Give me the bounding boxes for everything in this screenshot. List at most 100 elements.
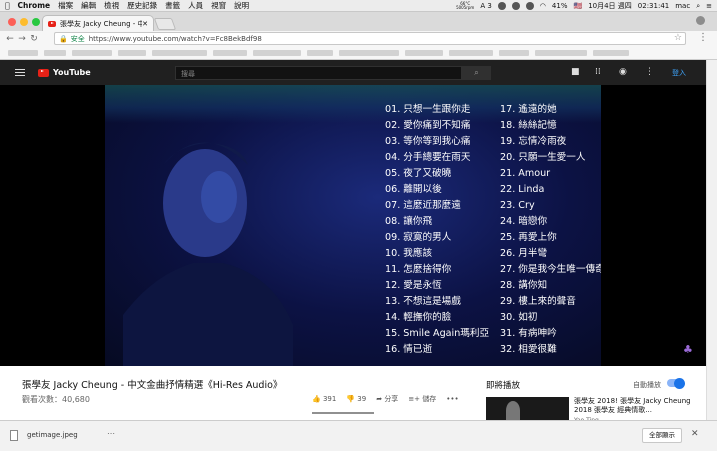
bookmark-star-icon[interactable]: ☆ <box>674 33 682 43</box>
bookmark-item[interactable] <box>449 49 493 56</box>
autoplay-toggle[interactable] <box>667 377 685 389</box>
track-item: 10. 我應該 <box>385 248 433 259</box>
bookmark-item[interactable] <box>405 49 443 56</box>
hamburger-menu-icon[interactable] <box>15 69 25 76</box>
track-item: 12. 愛是永恆 <box>385 280 442 291</box>
system-stats[interactable]: 66°C 5005rpm <box>456 2 474 10</box>
menu-people[interactable]: 人員 <box>188 0 203 11</box>
track-item: 18. 絲絲記憶 <box>500 120 557 131</box>
video-actions: 👍 391 👎 39 ➦ 分享 ≡+ 儲存 ••• <box>312 394 459 404</box>
track-list-left: 01. 只想一生跟你走 02. 愛你痛到不知痛 03. 等你等到我心痛 04. … <box>385 103 489 356</box>
bookmark-item[interactable] <box>307 49 333 56</box>
messages-icon[interactable]: ◉ <box>619 67 627 77</box>
like-button[interactable]: 👍 391 <box>312 395 336 403</box>
download-filename[interactable]: getimage.jpeg <box>27 431 78 439</box>
show-all-downloads-button[interactable]: 全部顯示 <box>642 428 682 443</box>
track-item: 21. Amour <box>500 168 551 179</box>
file-icon <box>10 430 18 441</box>
up-next-title[interactable]: 張學友 2018! 張學友 Jacky Cheung 2018 張學友 經典情歌… <box>574 397 702 415</box>
track-item: 28. 講你知 <box>500 280 548 291</box>
input-method-indicator[interactable]: A 3 <box>480 2 491 10</box>
battery-percent[interactable]: 41% <box>552 2 568 10</box>
bookmark-item[interactable] <box>44 49 66 56</box>
bookmark-item[interactable] <box>339 49 399 56</box>
menu-view[interactable]: 檢視 <box>104 0 119 11</box>
address-bar[interactable]: 🔒 安全 https://www.youtube.com/watch?v=Fc8… <box>54 32 686 45</box>
view-count: 觀看次數：40,680 <box>22 395 90 404</box>
reload-icon[interactable]: ↻ <box>28 34 40 44</box>
channel-watermark-icon[interactable]: ♣ <box>683 343 693 356</box>
track-item: 02. 愛你痛到不知痛 <box>385 120 471 131</box>
search-button[interactable]: ⌕ <box>462 66 491 80</box>
dislike-button[interactable]: 👎 39 <box>346 395 366 403</box>
bookmark-item[interactable] <box>118 49 146 56</box>
secure-label: 安全 <box>70 34 85 43</box>
menu-app-name[interactable]: Chrome <box>18 1 51 10</box>
search-input[interactable]: 搜尋 <box>175 66 462 80</box>
status-area: 66°C 5005rpm A 3 ◠ 41% 🇺🇸 10月4日 週四 02:31:… <box>456 0 712 11</box>
bookmark-item[interactable] <box>253 49 301 56</box>
close-window-button[interactable] <box>8 18 16 26</box>
video-player[interactable]: 01. 只想一生跟你走 02. 愛你痛到不知痛 03. 等你等到我心痛 04. … <box>0 85 706 366</box>
bookmark-item[interactable] <box>213 49 247 56</box>
youtube-logo-text: YouTube <box>53 68 91 77</box>
track-item: 30. 如初 <box>500 312 538 323</box>
menu-window[interactable]: 視窗 <box>211 0 226 11</box>
browser-toolbar: ← → ↻ 🔒 安全 https://www.youtube.com/watch… <box>0 31 717 46</box>
date-text[interactable]: 10月4日 週四 <box>588 1 632 11</box>
bookmark-item[interactable] <box>152 49 207 56</box>
search-icon[interactable]: ⌕ <box>696 2 700 11</box>
menu-history[interactable]: 歷史記錄 <box>127 0 157 11</box>
bookmark-item[interactable] <box>535 49 587 56</box>
menu-edit[interactable]: 編輯 <box>81 0 96 11</box>
zoom-window-button[interactable] <box>32 18 40 26</box>
profile-icon[interactable] <box>696 16 705 25</box>
status-app-icon[interactable] <box>511 2 520 10</box>
bookmark-item[interactable] <box>8 49 38 56</box>
menu-bookmarks[interactable]: 書籤 <box>165 0 180 11</box>
status-app-icon[interactable] <box>497 2 506 10</box>
clock-text[interactable]: 02:31:41 <box>638 2 669 10</box>
create-video-icon[interactable]: ■ <box>571 67 580 77</box>
wifi-icon[interactable]: ◠ <box>540 2 546 10</box>
track-list-right: 17. 遙遠的她 18. 絲絲記憶 19. 忘情冷雨夜 20. 只願一生愛一人 … <box>500 103 601 356</box>
bookmark-item[interactable] <box>72 49 112 56</box>
menu-list-icon[interactable]: ≡ <box>706 2 712 10</box>
video-frame[interactable]: 01. 只想一生跟你走 02. 愛你痛到不知痛 03. 等你等到我心痛 04. … <box>105 85 601 366</box>
track-item: 31. 有病呻吟 <box>500 328 557 339</box>
status-app-icon[interactable] <box>525 2 534 10</box>
forward-icon[interactable]: → <box>16 34 28 44</box>
video-title: 張學友 Jacky Cheung - 中文金曲抒情精選《Hi-Res Audio… <box>22 380 283 391</box>
settings-more-icon[interactable]: ⋮ <box>645 67 654 77</box>
chrome-menu-icon[interactable]: ⋮ <box>698 32 708 43</box>
tab-strip: 張學友 Jacky Cheung - 中文 ✕ <box>0 12 717 31</box>
page-scrollbar[interactable] <box>706 60 717 420</box>
youtube-logo[interactable]: YouTube <box>38 68 91 77</box>
tab-youtube[interactable]: 張學友 Jacky Cheung - 中文 ✕ <box>42 15 154 31</box>
back-icon[interactable]: ← <box>4 34 16 44</box>
apps-grid-icon[interactable]: ⁞⁞ <box>595 67 601 77</box>
menu-help[interactable]: 說明 <box>234 0 249 11</box>
youtube-favicon-icon <box>48 20 56 27</box>
save-button[interactable]: ≡+ 儲存 <box>408 394 436 404</box>
minimize-window-button[interactable] <box>20 18 28 26</box>
track-list: 01. 只想一生跟你走 02. 愛你痛到不知痛 03. 等你等到我心痛 04. … <box>385 103 601 356</box>
tab-close-icon[interactable]: ✕ <box>142 20 148 28</box>
apple-icon[interactable]:  <box>5 1 10 10</box>
menu-file[interactable]: 檔案 <box>58 0 73 11</box>
close-download-shelf-icon[interactable]: ✕ <box>691 429 699 439</box>
url-text[interactable]: https://www.youtube.com/watch?v=Fc8BekBd… <box>89 35 262 43</box>
flag-icon[interactable]: 🇺🇸 <box>573 2 582 10</box>
new-tab-button[interactable] <box>153 18 177 30</box>
bookmark-item[interactable] <box>593 49 629 56</box>
more-actions-button[interactable]: ••• <box>446 395 458 403</box>
sign-in-link[interactable]: 登入 <box>672 68 686 78</box>
user-name[interactable]: mac <box>675 2 690 10</box>
share-button[interactable]: ➦ 分享 <box>376 394 398 404</box>
bookmark-item[interactable] <box>499 49 529 56</box>
track-item: 14. 輕撫你的臉 <box>385 312 452 323</box>
up-next-thumbnail[interactable] <box>486 397 569 420</box>
download-options-icon[interactable]: ⋯ <box>107 429 115 438</box>
share-label: 分享 <box>384 395 399 403</box>
track-item: 09. 寂寞的男人 <box>385 232 452 243</box>
